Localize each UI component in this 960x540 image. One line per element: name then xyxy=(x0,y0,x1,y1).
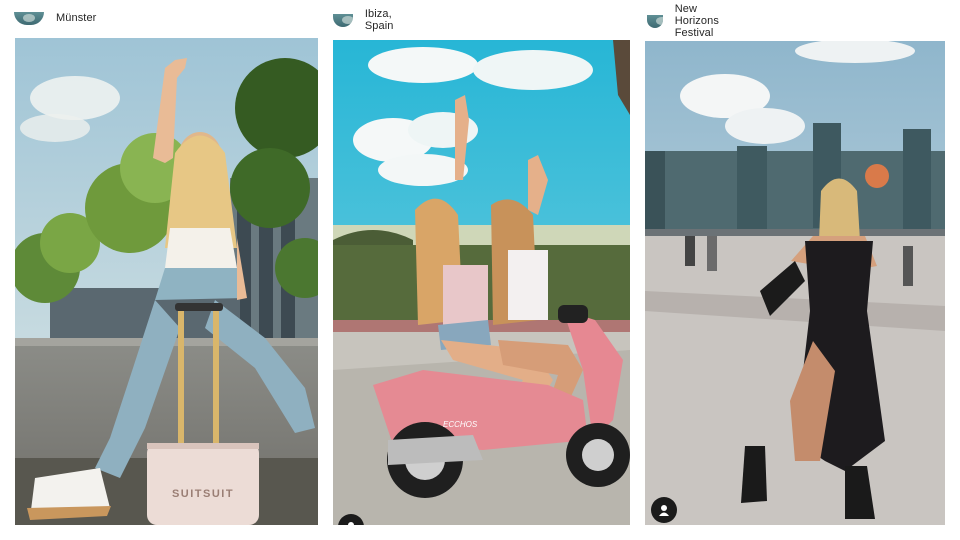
location-link[interactable]: New Horizons Festival xyxy=(675,3,733,39)
suitcase-brand-text: SUITSUIT xyxy=(172,488,234,500)
profile-avatar[interactable] xyxy=(647,14,663,28)
location-link[interactable]: Ibiza, Spain xyxy=(365,8,404,32)
photo-woman-with-suitcase[interactable]: SUITSUIT xyxy=(15,38,318,525)
scooter-text: ECCHOS xyxy=(443,420,478,429)
photo-woman-at-festival[interactable] xyxy=(645,41,945,525)
profile-avatar[interactable] xyxy=(14,11,44,25)
post-header: New Horizons Festival xyxy=(647,3,733,39)
user-icon[interactable] xyxy=(651,497,677,523)
post-header: Münster xyxy=(14,9,96,27)
location-link[interactable]: Münster xyxy=(56,12,96,24)
photo-women-on-scooter[interactable]: ECCHOS xyxy=(333,40,630,525)
post-header: Ibiza, Spain xyxy=(333,8,404,32)
profile-avatar[interactable] xyxy=(333,13,353,27)
